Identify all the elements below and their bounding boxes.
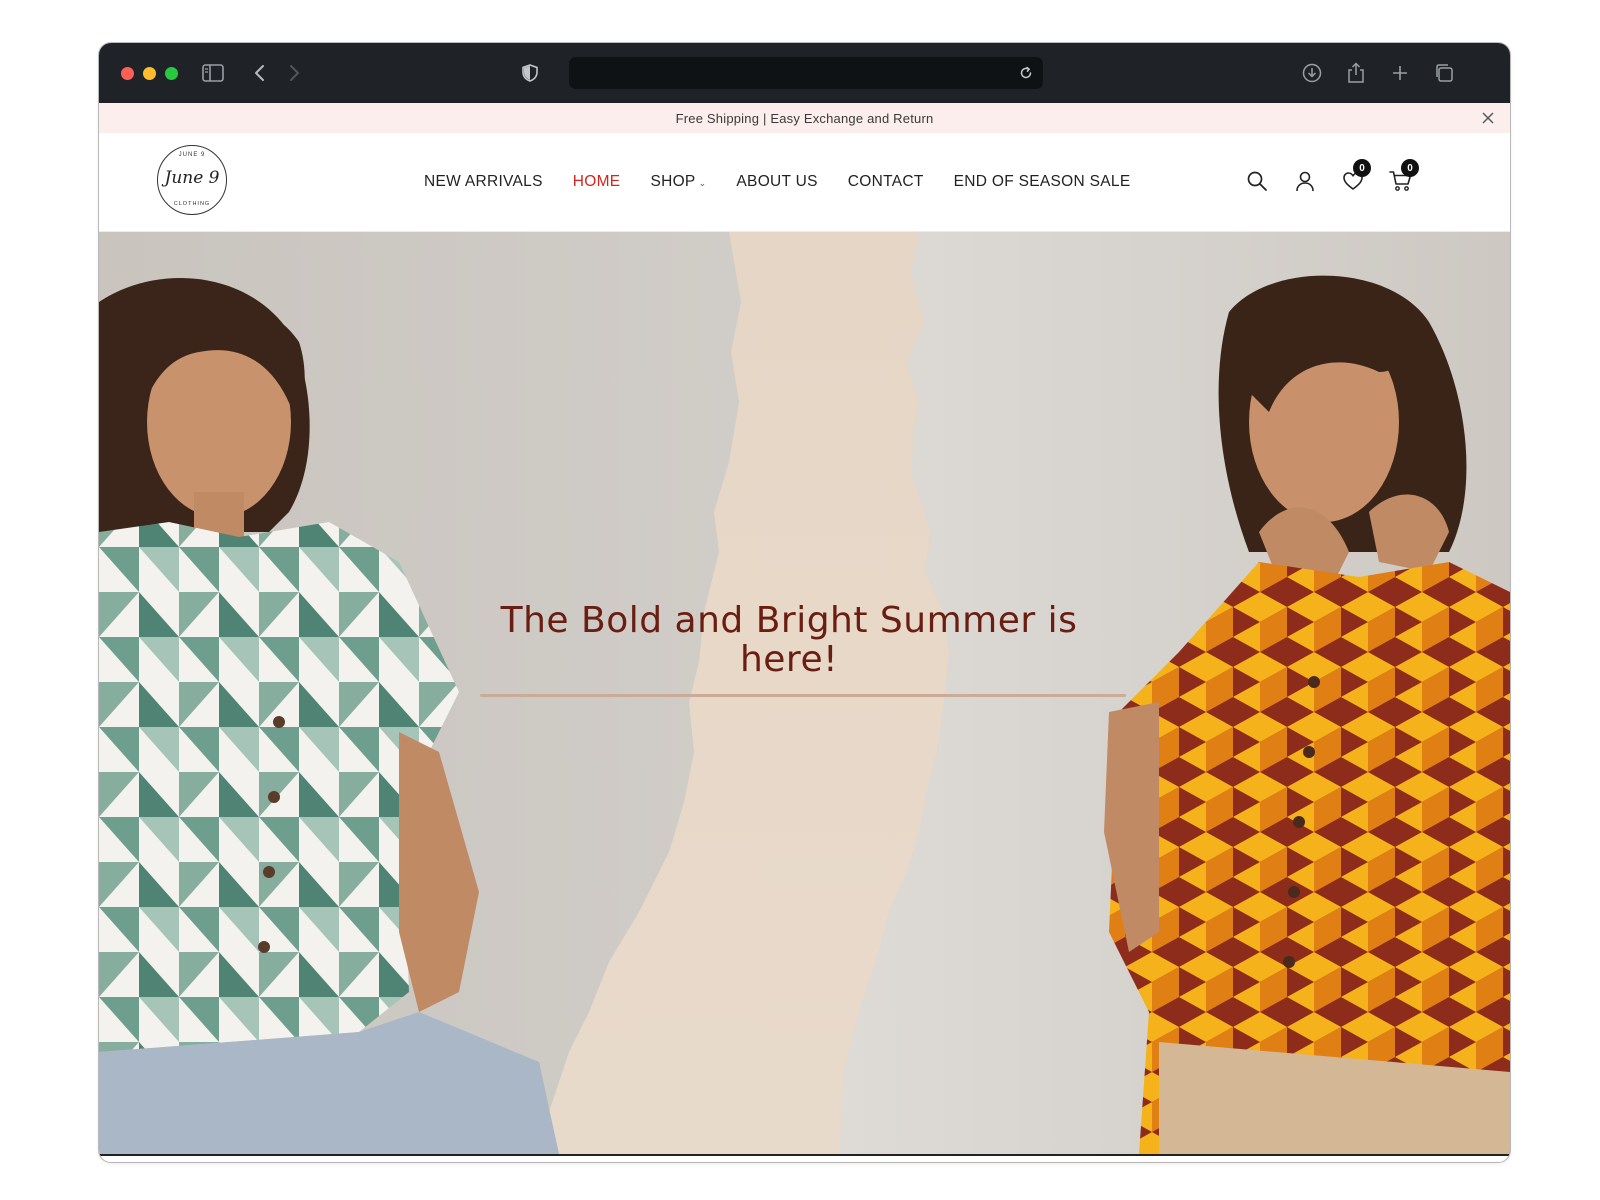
share-icon[interactable] bbox=[1343, 60, 1369, 86]
close-icon[interactable] bbox=[1480, 110, 1496, 126]
wishlist-count-badge: 0 bbox=[1353, 159, 1371, 177]
nav-label: SHOP bbox=[650, 173, 696, 190]
back-arrow-icon[interactable] bbox=[247, 60, 273, 86]
nav-label: NEW ARRIVALS bbox=[424, 173, 543, 190]
logo-main-text: June 9 bbox=[164, 168, 220, 188]
wishlist-heart-icon[interactable]: 0 bbox=[1335, 159, 1371, 199]
nav-label: HOME bbox=[572, 173, 621, 190]
nav-item-shop[interactable]: SHOP ⌄ bbox=[650, 173, 706, 191]
main-nav: NEW ARRIVALS HOME SHOP ⌄ ABOUT US CONTACT… bbox=[424, 133, 1160, 231]
announcement-text: Free Shipping | Easy Exchange and Return bbox=[675, 110, 934, 126]
nav-label: ABOUT US bbox=[736, 173, 818, 190]
address-bar[interactable] bbox=[569, 57, 1043, 89]
site-logo[interactable]: JUNE 9 June 9 CLOTHING bbox=[157, 145, 227, 215]
sidebar-toggle-icon[interactable] bbox=[200, 60, 226, 86]
nav-item-about-us[interactable]: ABOUT US bbox=[736, 173, 817, 191]
logo-top-text: JUNE 9 bbox=[178, 152, 206, 158]
privacy-shield-icon[interactable] bbox=[517, 60, 543, 86]
new-tab-plus-icon[interactable] bbox=[1387, 60, 1413, 86]
site-header: JUNE 9 June 9 CLOTHING NEW ARRIVALS HOME… bbox=[99, 133, 1510, 232]
nav-label: END OF SEASON SALE bbox=[953, 173, 1131, 190]
account-icon[interactable] bbox=[1287, 163, 1323, 199]
nav-label: CONTACT bbox=[847, 173, 924, 190]
close-window-button[interactable] bbox=[121, 67, 134, 80]
hero-title: The Bold and Bright Summer is here! bbox=[500, 600, 1078, 680]
nav-item-new-arrivals[interactable]: NEW ARRIVALS bbox=[424, 173, 543, 191]
logo-bottom-text: CLOTHING bbox=[173, 201, 211, 207]
search-icon[interactable] bbox=[1239, 163, 1275, 199]
browser-window: Free Shipping | Easy Exchange and Return… bbox=[99, 43, 1510, 1162]
hero-image bbox=[99, 232, 1510, 1154]
cart-count-badge: 0 bbox=[1401, 159, 1419, 177]
zoom-window-button[interactable] bbox=[165, 67, 178, 80]
announcement-bar: Free Shipping | Easy Exchange and Return bbox=[99, 103, 1510, 133]
nav-item-home[interactable]: HOME bbox=[573, 173, 621, 191]
page-bottom-edge bbox=[99, 1154, 1510, 1162]
minimize-window-button[interactable] bbox=[143, 67, 156, 80]
reload-icon[interactable] bbox=[1015, 62, 1037, 84]
browser-toolbar bbox=[99, 43, 1510, 103]
nav-item-contact[interactable]: CONTACT bbox=[848, 173, 924, 191]
chevron-down-icon: ⌄ bbox=[698, 178, 707, 188]
hero-divider bbox=[480, 694, 1126, 697]
cart-icon[interactable]: 0 bbox=[1383, 159, 1419, 199]
tab-overview-icon[interactable] bbox=[1431, 60, 1457, 86]
downloads-icon[interactable] bbox=[1299, 60, 1325, 86]
forward-arrow-icon[interactable] bbox=[281, 60, 307, 86]
nav-item-end-of-season-sale[interactable]: END OF SEASON SALE bbox=[954, 173, 1131, 191]
hero-banner[interactable]: The Bold and Bright Summer is here! bbox=[99, 232, 1510, 1154]
